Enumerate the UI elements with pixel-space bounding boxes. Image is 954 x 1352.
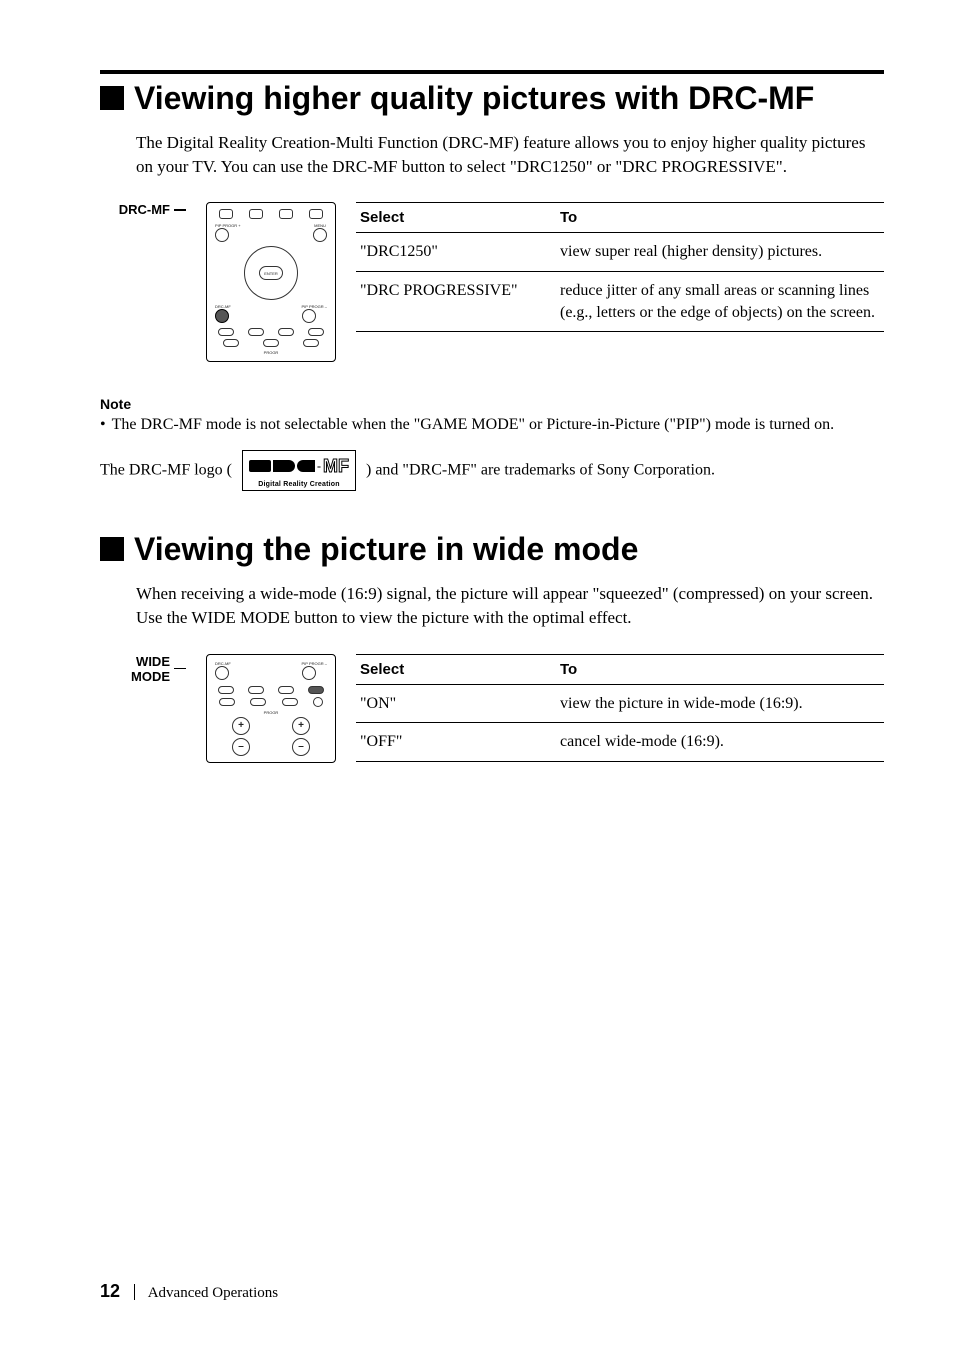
- page-footer: 12 Advanced Operations: [100, 1281, 278, 1302]
- remote-illustration-2: DRC-MF PIP PROGR – PROGR + + – –: [206, 654, 336, 763]
- section2-intro: When receiving a wide-mode (16:9) signal…: [136, 582, 884, 630]
- heading-bullet-icon: [100, 537, 124, 561]
- remote-illustration-1: PIP PROGR + MENU ENTER DRC-MF PIP PROGR …: [206, 202, 336, 362]
- drc-mf-table: Select To "DRC1250" view super real (hig…: [356, 202, 884, 332]
- section-rule: [100, 70, 884, 74]
- remote-label-wide: WIDE MODE: [110, 654, 170, 684]
- section1-intro: The Digital Reality Creation-Multi Funct…: [136, 131, 884, 179]
- volume-minus-icon: –: [232, 738, 250, 756]
- cell-to-0: view super real (higher density) picture…: [556, 233, 884, 272]
- trademark-line: The DRC-MF logo ( - MF Digital Reality C…: [100, 450, 884, 491]
- note-text: The DRC-MF mode is not selectable when t…: [112, 414, 834, 436]
- cell2-to-1: cancel wide-mode (16:9).: [556, 723, 884, 762]
- cell2-to-0: view the picture in wide-mode (16:9).: [556, 684, 884, 723]
- page-number: 12: [100, 1281, 120, 1301]
- pointer-line-icon: [174, 209, 186, 210]
- cell2-select-0: "ON": [356, 684, 556, 723]
- cell-select-0: "DRC1250": [356, 233, 556, 272]
- section1-heading: Viewing higher quality pictures with DRC…: [134, 80, 814, 117]
- wide-mode-table: Select To "ON" view the picture in wide-…: [356, 654, 884, 762]
- cell-to-1: reduce jitter of any small areas or scan…: [556, 271, 884, 331]
- th-select: Select: [356, 203, 556, 233]
- logo-post: ) and "DRC-MF" are trademarks of Sony Co…: [366, 461, 715, 478]
- section2-heading: Viewing the picture in wide mode: [134, 531, 638, 568]
- bullet-icon: •: [100, 414, 106, 436]
- pip-progr-minus-label2: PIP PROGR –: [302, 661, 328, 666]
- progr-label: PROGR: [211, 350, 331, 355]
- channel-plus-icon: +: [292, 717, 310, 735]
- channel-minus-icon: –: [292, 738, 310, 756]
- note-heading: Note: [100, 396, 884, 412]
- drc-mf-logo-icon: - MF Digital Reality Creation: [242, 450, 356, 491]
- drc-mf-label-tiny2: DRC-MF: [215, 661, 231, 666]
- cell-select-1: "DRC PROGRESSIVE": [356, 271, 556, 331]
- remote-label-drcmf: DRC-MF: [110, 202, 170, 217]
- note-bullet: • The DRC-MF mode is not selectable when…: [100, 414, 884, 436]
- th-to2: To: [556, 654, 884, 684]
- heading-bullet-icon: [100, 86, 124, 110]
- progr-label2: PROGR: [211, 710, 331, 715]
- th-select2: Select: [356, 654, 556, 684]
- cell2-select-1: "OFF": [356, 723, 556, 762]
- volume-plus-icon: +: [232, 717, 250, 735]
- drc-logo-subtitle: Digital Reality Creation: [249, 480, 349, 489]
- enter-button: ENTER: [259, 266, 283, 280]
- th-to: To: [556, 203, 884, 233]
- footer-separator-icon: [134, 1284, 135, 1300]
- logo-pre: The DRC-MF logo (: [100, 461, 232, 478]
- pointer-line-icon: [174, 668, 186, 669]
- footer-label: Advanced Operations: [148, 1285, 278, 1301]
